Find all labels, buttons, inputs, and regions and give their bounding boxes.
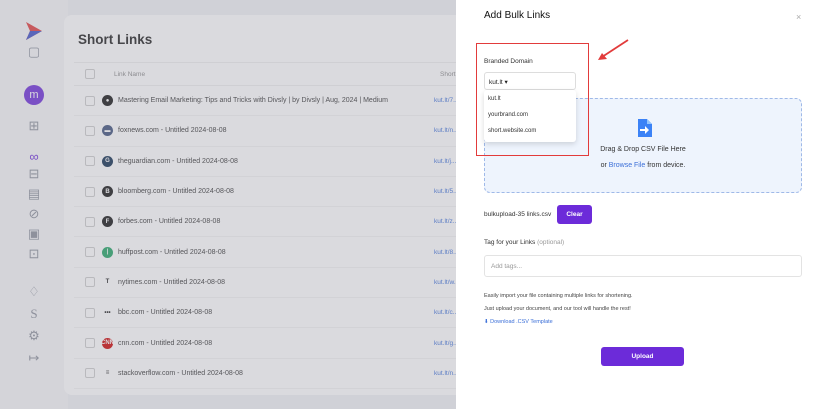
clear-button[interactable]: Clear <box>557 205 592 224</box>
upload-button[interactable]: Upload <box>601 347 684 366</box>
browse-line: or Browse File from device. <box>485 162 801 169</box>
uploaded-filename: bulkupload-35 links.csv <box>484 211 552 218</box>
tags-input[interactable]: Add tags... <box>484 255 802 277</box>
download-template-link[interactable]: ⬇ Download .CSV Template <box>484 319 553 325</box>
file-upload-icon <box>638 119 652 137</box>
highlight-box <box>476 43 589 156</box>
info-text: Just upload your document, and our tool … <box>484 306 631 312</box>
add-bulk-links-panel: Add Bulk Links × Branded Domain kut.lt ▾… <box>456 0 830 409</box>
browse-from: from device. <box>645 162 686 169</box>
panel-title: Add Bulk Links <box>484 10 551 21</box>
info-text: Easily import your file containing multi… <box>484 293 633 299</box>
browse-file-link[interactable]: Browse File <box>609 162 646 169</box>
browse-or: or <box>600 162 609 169</box>
annotation-arrow-icon <box>598 39 629 60</box>
modal-backdrop[interactable] <box>0 0 456 409</box>
tag-optional: (optional) <box>537 239 565 246</box>
download-template-label: Download .CSV Template <box>490 319 553 325</box>
tag-label: Tag for your Links (optional) <box>484 239 564 246</box>
tag-label-text: Tag for your Links <box>484 239 536 246</box>
close-icon[interactable]: × <box>796 12 801 22</box>
